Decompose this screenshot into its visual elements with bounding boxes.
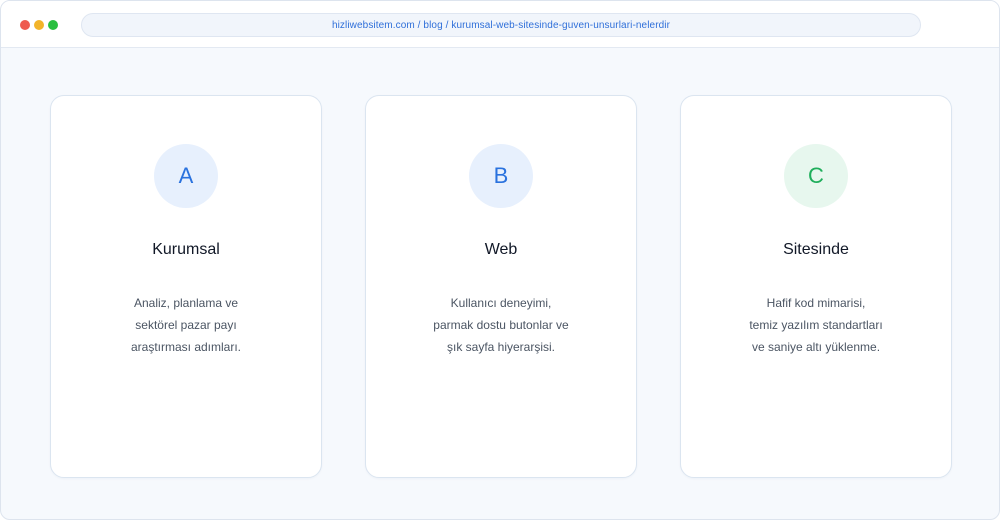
address-bar-url: hizliwebsitem.com / blog / kurumsal-web-… <box>331 19 671 31</box>
letter-badge: A <box>154 144 218 208</box>
card-description: Hafif kod mimarisi, temiz yazılım standa… <box>681 292 951 358</box>
browser-toolbar: hizliwebsitem.com / blog / kurumsal-web-… <box>1 1 999 48</box>
card-description-line: temiz yazılım standartları <box>749 318 883 332</box>
feature-card-b: B Web Kullanıcı deneyimi, parmak dostu b… <box>365 95 637 478</box>
card-description-line: ve saniye altı yüklenme. <box>751 340 881 354</box>
browser-window: hizliwebsitem.com / blog / kurumsal-web-… <box>0 0 1000 520</box>
feature-card-c: C Sitesinde Hafif kod mimarisi, temiz ya… <box>680 95 952 478</box>
address-bar[interactable]: hizliwebsitem.com / blog / kurumsal-web-… <box>81 13 921 37</box>
close-window-button[interactable] <box>20 20 30 30</box>
maximize-window-button[interactable] <box>48 20 58 30</box>
card-description: Analiz, planlama ve sektörel pazar payı … <box>51 292 321 358</box>
card-description-line: Analiz, planlama ve <box>133 296 239 310</box>
page-content: A Kurumsal Analiz, planlama ve sektörel … <box>1 48 999 519</box>
card-title: Sitesinde <box>783 241 849 258</box>
feature-card-a: A Kurumsal Analiz, planlama ve sektörel … <box>50 95 322 478</box>
card-description-line: Hafif kod mimarisi, <box>766 296 866 310</box>
card-description-line: parmak dostu butonlar ve <box>433 318 569 332</box>
letter-badge: B <box>469 144 533 208</box>
card-description-line: şık sayfa hiyerarşisi. <box>446 340 556 354</box>
card-description-line: araştırması adımları. <box>130 340 242 354</box>
card-description: Kullanıcı deneyimi, parmak dostu butonla… <box>366 292 636 358</box>
card-title: Web <box>484 241 518 258</box>
card-description-line: Kullanıcı deneyimi, <box>450 296 552 310</box>
letter-badge: C <box>784 144 848 208</box>
minimize-window-button[interactable] <box>34 20 44 30</box>
card-title: Kurumsal <box>152 241 220 258</box>
card-description-line: sektörel pazar payı <box>135 318 237 332</box>
